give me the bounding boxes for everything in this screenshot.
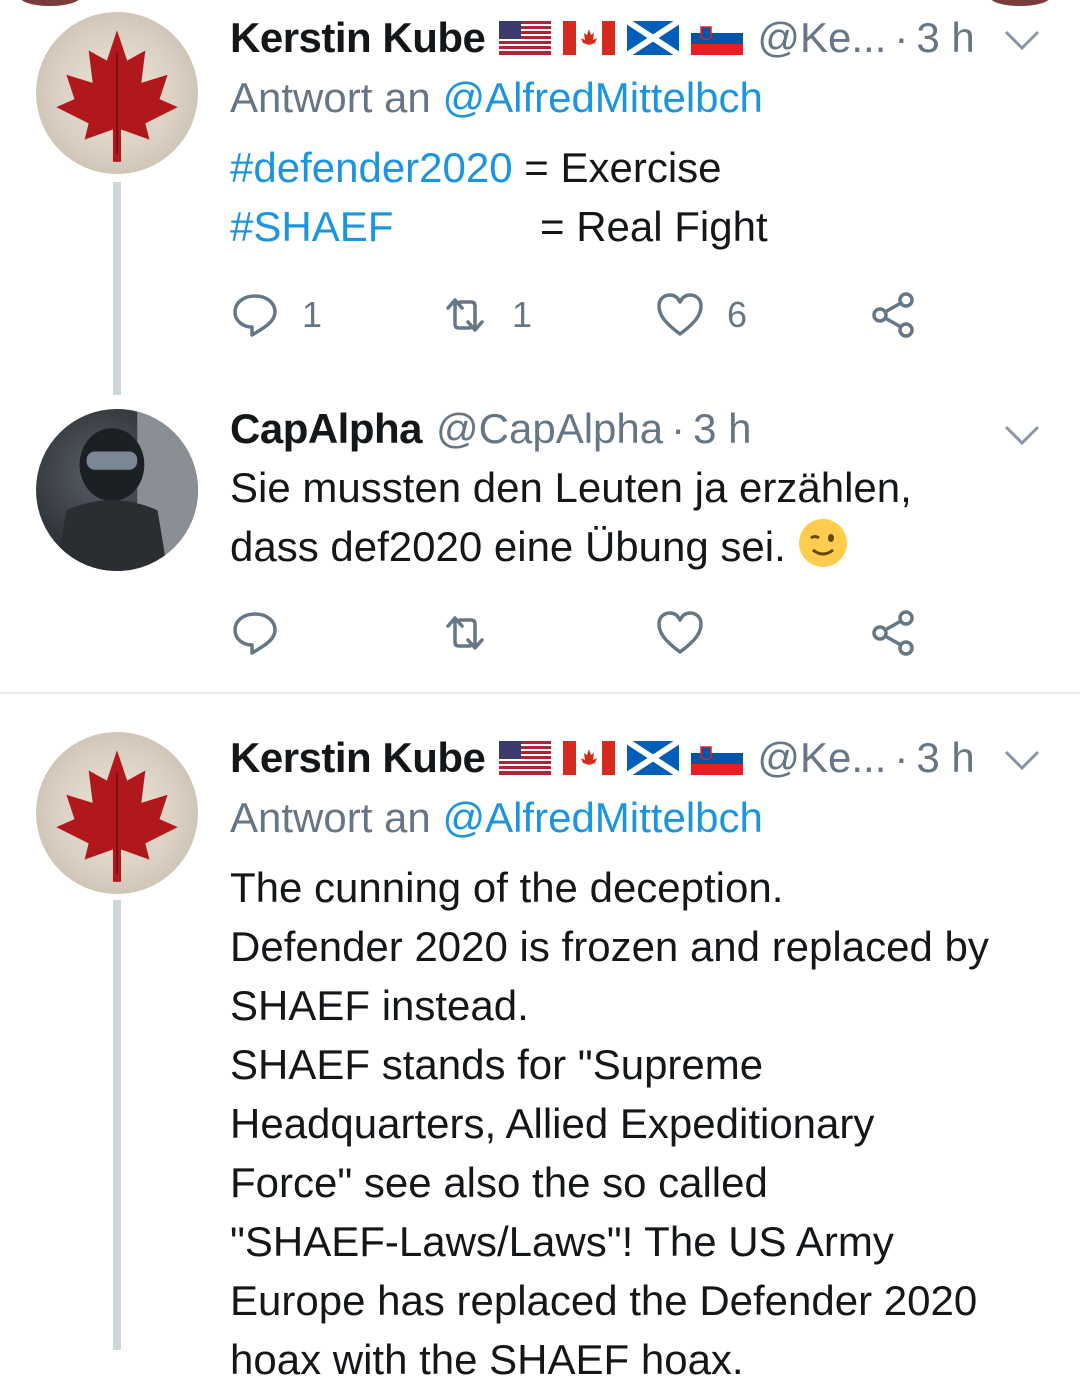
retweet-icon	[446, 616, 484, 650]
tweet-divider	[0, 692, 1080, 694]
line-text: = Real Fight	[540, 203, 768, 250]
retweet-count: 1	[512, 294, 533, 335]
us-flag-icon	[499, 21, 552, 55]
tweet-line: The cunning of the deception.	[230, 864, 784, 911]
separator-dot: ·	[671, 405, 686, 452]
scotland-flag-icon	[627, 21, 680, 55]
tweet-kerstin-1[interactable]: Kerstin Kube @Ke... · 3 h Antwort an @Al…	[0, 0, 1080, 395]
chevron-down-icon[interactable]	[1002, 20, 1042, 60]
display-name[interactable]: CapAlpha	[230, 405, 423, 453]
reply-prefix: Antwort an	[230, 74, 431, 121]
tweet-text: Sie mussten den Leuten ja erzählen, dass…	[230, 458, 1040, 576]
tweet-line: SHAEF stands for "Supreme	[230, 1041, 764, 1088]
chevron-down-icon[interactable]	[1002, 415, 1042, 455]
handle[interactable]: @Ke...	[757, 734, 886, 782]
tweet-line: Force" see also the so called	[230, 1159, 768, 1206]
maple-leaf-icon	[56, 30, 178, 162]
slovenia-flag-icon	[691, 21, 744, 55]
tweet-text: #defender2020 = Exercise #SHAEF = Real Fi…	[230, 138, 1040, 256]
timestamp[interactable]: 3 h	[916, 734, 974, 782]
flag-emojis	[499, 21, 744, 55]
avatar-motorcycle-rider[interactable]	[36, 409, 198, 571]
reply-prefix: Antwort an	[230, 794, 431, 841]
avatar-maple-leaf[interactable]	[36, 12, 198, 174]
retweet-button[interactable]: 1	[440, 285, 532, 345]
canada-flag-icon	[563, 21, 616, 55]
like-button[interactable]	[655, 603, 705, 663]
thread-line	[113, 182, 121, 395]
reply-icon	[233, 294, 277, 337]
separator-dot: ·	[894, 734, 909, 781]
tweet-line: dass def2020 eine Übung sei.	[230, 517, 1040, 576]
tweet-kerstin-2[interactable]: Kerstin Kube @Ke... · 3 h Antwort an @Al…	[0, 720, 1080, 1383]
canada-flag-icon	[563, 741, 616, 775]
tweet-header: CapAlpha @CapAlpha · 3 h	[230, 399, 752, 459]
separator-dot: ·	[894, 14, 909, 61]
retweet-button[interactable]	[440, 603, 490, 663]
share-icon	[872, 610, 914, 656]
maple-leaf-icon	[56, 750, 178, 882]
timestamp[interactable]: 3 h	[916, 14, 974, 62]
thread-line	[113, 900, 121, 1350]
avatar-maple-leaf[interactable]	[36, 732, 198, 894]
tweet-line: Sie mussten den Leuten ja erzählen,	[230, 464, 912, 511]
handle[interactable]: @CapAlpha	[436, 405, 663, 453]
tweet-line: #SHAEF = Real Fight	[230, 197, 1040, 256]
retweet-icon	[446, 298, 484, 332]
tweet-text: The cunning of the deception. Defender 2…	[230, 858, 1040, 1389]
tweet-line: Europe has replaced the Defender 2020	[230, 1277, 978, 1324]
reply-button[interactable]	[230, 603, 280, 663]
display-name[interactable]: Kerstin Kube	[230, 734, 486, 782]
share-icon	[872, 292, 914, 338]
share-button[interactable]	[868, 285, 918, 345]
tweet-capalpha[interactable]: CapAlpha @CapAlpha · 3 h Sie mussten den…	[0, 395, 1080, 693]
tweet-line: Defender 2020 is frozen and replaced by	[230, 923, 989, 970]
hashtag-link[interactable]: #defender2020	[230, 144, 513, 191]
tweet-line: #defender2020 = Exercise	[230, 138, 1040, 197]
tweet-line: hoax with the SHAEF hoax.	[230, 1336, 744, 1383]
tweet-line: Headquarters, Allied Expeditionary	[230, 1100, 875, 1147]
heart-icon	[657, 293, 703, 336]
line-text: dass def2020 eine Übung sei.	[230, 523, 786, 570]
tweet-header: Kerstin Kube @Ke... · 3 h	[230, 8, 975, 68]
scotland-flag-icon	[627, 741, 680, 775]
tweet-header: Kerstin Kube @Ke... · 3 h	[230, 728, 975, 788]
reply-icon	[233, 612, 277, 655]
reply-context: Antwort an @AlfredMittelbch	[230, 794, 763, 842]
slovenia-flag-icon	[691, 741, 744, 775]
reply-mention-link[interactable]: @AlfredMittelbch	[442, 74, 762, 121]
heart-icon	[657, 611, 703, 654]
reply-context: Antwort an @AlfredMittelbch	[230, 74, 763, 122]
winking-face-icon	[799, 519, 848, 567]
timestamp[interactable]: 3 h	[693, 405, 751, 453]
flag-emojis	[499, 741, 744, 775]
tweet-line: "SHAEF-Laws/Laws"! The US Army	[230, 1218, 894, 1265]
line-text: = Exercise	[512, 144, 722, 191]
tweet-line: SHAEF instead.	[230, 982, 529, 1029]
us-flag-icon	[499, 741, 552, 775]
display-name[interactable]: Kerstin Kube	[230, 14, 486, 62]
like-button[interactable]: 6	[655, 285, 747, 345]
rider-photo	[56, 409, 198, 571]
chevron-down-icon[interactable]	[1002, 740, 1042, 780]
reply-button[interactable]: 1	[230, 285, 322, 345]
reply-count: 1	[302, 294, 323, 335]
reply-mention-link[interactable]: @AlfredMittelbch	[442, 794, 762, 841]
hashtag-link[interactable]: #SHAEF	[230, 197, 540, 256]
share-button[interactable]	[868, 603, 918, 663]
handle[interactable]: @Ke...	[757, 14, 886, 62]
like-count: 6	[727, 294, 748, 335]
